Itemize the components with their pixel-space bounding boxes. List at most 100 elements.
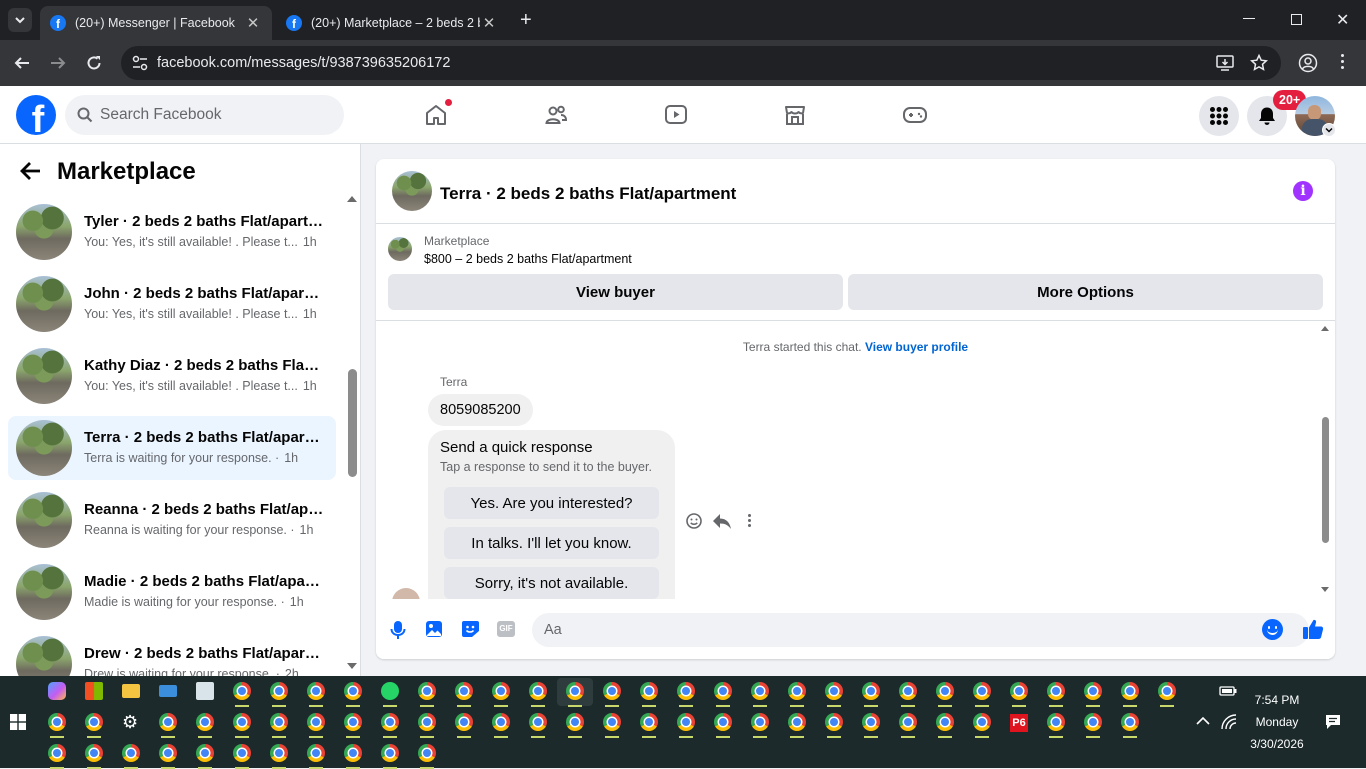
chrome-app-icon[interactable] <box>566 682 584 700</box>
close-window-button[interactable]: ✕ <box>1336 10 1349 30</box>
bookmark-star-icon[interactable] <box>1250 54 1268 72</box>
chrome-app-icon[interactable] <box>122 744 140 762</box>
facebook-logo-icon[interactable]: f <box>16 95 56 135</box>
chrome-app-icon[interactable] <box>603 713 621 731</box>
back-arrow-icon[interactable] <box>20 161 42 181</box>
reply-icon[interactable] <box>712 512 732 530</box>
chrome-app-icon[interactable] <box>492 713 510 731</box>
listing-thumbnail[interactable] <box>388 237 412 261</box>
chrome-app-icon[interactable] <box>381 713 399 731</box>
conversation-item[interactable]: Kathy Diaz · 2 beds 2 baths Flat/apartme… <box>8 344 336 408</box>
gaming-icon[interactable] <box>902 103 928 127</box>
chrome-app-icon[interactable] <box>677 682 695 700</box>
scrollbar-down-arrow[interactable] <box>1321 587 1329 592</box>
chrome-app-icon[interactable] <box>1121 682 1139 700</box>
info-icon[interactable]: i <box>1293 181 1313 201</box>
chrome-app-icon[interactable] <box>418 744 436 762</box>
address-bar[interactable]: facebook.com/messages/t/938739635206172 <box>121 46 1281 80</box>
quick-response-in-talks[interactable]: In talks. I'll let you know. <box>444 527 659 559</box>
wifi-icon[interactable] <box>1221 714 1237 730</box>
minimize-button[interactable] <box>1243 18 1255 19</box>
scrollbar-thumb[interactable] <box>1322 417 1329 543</box>
quick-response-yes[interactable]: Yes. Are you interested? <box>444 487 659 519</box>
chrome-app-icon[interactable] <box>640 682 658 700</box>
chrome-app-icon[interactable] <box>418 713 436 731</box>
chrome-app-icon[interactable] <box>307 744 325 762</box>
chrome-app-icon[interactable] <box>788 713 806 731</box>
chrome-app-icon[interactable] <box>85 744 103 762</box>
clock-date[interactable]: 3/30/2026 <box>1237 737 1317 751</box>
notepad-app-icon[interactable] <box>196 682 214 700</box>
conversation-item[interactable]: Reanna · 2 beds 2 baths Flat/apartment Re… <box>8 488 336 552</box>
chrome-app-icon[interactable] <box>344 744 362 762</box>
chrome-app-icon[interactable] <box>233 713 251 731</box>
chrome-app-icon[interactable] <box>381 744 399 762</box>
microphone-icon[interactable] <box>390 620 406 640</box>
chrome-app-icon[interactable] <box>788 682 806 700</box>
view-buyer-profile-link[interactable]: View buyer profile <box>865 340 968 354</box>
conversation-item[interactable]: John · 2 beds 2 baths Flat/apartment You:… <box>8 272 336 336</box>
chrome-app-icon[interactable] <box>233 682 251 700</box>
back-arrow-icon[interactable] <box>13 54 31 72</box>
account-chevron-icon[interactable] <box>1322 123 1336 137</box>
new-tab-button[interactable]: + <box>520 9 532 32</box>
gif-icon[interactable]: GIF <box>497 621 515 637</box>
chrome-app-icon[interactable] <box>159 713 177 731</box>
chrome-app-icon[interactable] <box>529 682 547 700</box>
message-bubble[interactable]: 8059085200 <box>428 394 533 426</box>
notification-center-icon[interactable] <box>1325 714 1341 730</box>
chrome-app-icon[interactable] <box>825 713 843 731</box>
video-icon[interactable] <box>664 103 688 127</box>
settings-gear-icon[interactable]: ⚙ <box>122 713 140 731</box>
chrome-app-icon[interactable] <box>973 713 991 731</box>
forward-arrow-icon[interactable] <box>49 54 67 72</box>
tab-messenger[interactable]: f (20+) Messenger | Facebook ✕ <box>40 6 272 40</box>
scrollbar-down-arrow[interactable] <box>347 663 357 669</box>
chat-avatar[interactable] <box>392 171 432 211</box>
message-input[interactable]: Aa <box>532 613 1309 647</box>
battery-icon[interactable] <box>1219 685 1237 697</box>
file-explorer-icon[interactable] <box>122 684 140 698</box>
emoji-icon[interactable] <box>1262 619 1283 640</box>
chrome-app-icon[interactable] <box>936 682 954 700</box>
restore-button[interactable] <box>1291 14 1302 25</box>
chrome-app-icon[interactable] <box>85 713 103 731</box>
chrome-app-icon[interactable] <box>1047 682 1065 700</box>
chrome-app-icon[interactable] <box>825 682 843 700</box>
scrollbar-up-arrow[interactable] <box>1321 326 1329 331</box>
chrome-app-icon[interactable] <box>603 682 621 700</box>
scrollbar-thumb[interactable] <box>348 369 357 477</box>
chrome-app-icon[interactable] <box>270 713 288 731</box>
more-actions-icon[interactable] <box>748 514 752 527</box>
sticker-icon[interactable] <box>461 620 480 638</box>
chrome-app-icon[interactable] <box>307 682 325 700</box>
install-app-icon[interactable] <box>1216 55 1234 71</box>
chrome-app-icon[interactable] <box>973 682 991 700</box>
chrome-app-icon[interactable] <box>344 682 362 700</box>
keyboard-app-icon[interactable] <box>159 685 177 697</box>
search-input[interactable]: Search Facebook <box>65 95 344 135</box>
marketplace-icon[interactable] <box>783 103 807 127</box>
scrollbar-up-arrow[interactable] <box>347 196 357 202</box>
chrome-app-icon[interactable] <box>418 682 436 700</box>
chrome-app-icon[interactable] <box>1010 682 1028 700</box>
chrome-app-icon[interactable] <box>270 744 288 762</box>
chrome-app-icon[interactable] <box>196 744 214 762</box>
chrome-app-icon[interactable] <box>566 713 584 731</box>
chrome-app-icon[interactable] <box>455 682 473 700</box>
conversation-item[interactable]: Terra · 2 beds 2 baths Flat/apartment Ter… <box>8 416 336 480</box>
chrome-app-icon[interactable] <box>640 713 658 731</box>
tab-search-button[interactable] <box>8 8 32 32</box>
friends-icon[interactable] <box>544 103 568 127</box>
chrome-app-icon[interactable] <box>48 744 66 762</box>
whatsapp-app-icon[interactable] <box>381 682 399 700</box>
conversation-item[interactable]: Tyler · 2 beds 2 baths Flat/apartment You… <box>8 200 336 264</box>
quick-response-sorry[interactable]: Sorry, it's not available. <box>444 567 659 599</box>
clock-time[interactable]: 7:54 PM <box>1237 693 1317 707</box>
chat-title[interactable]: Terra · 2 beds 2 baths Flat/apartment <box>440 184 736 204</box>
chrome-app-icon[interactable] <box>233 744 251 762</box>
chrome-app-icon[interactable] <box>714 682 732 700</box>
like-thumbs-up-icon[interactable] <box>1302 618 1324 640</box>
site-settings-icon[interactable] <box>131 55 149 71</box>
chrome-app-icon[interactable] <box>1084 713 1102 731</box>
